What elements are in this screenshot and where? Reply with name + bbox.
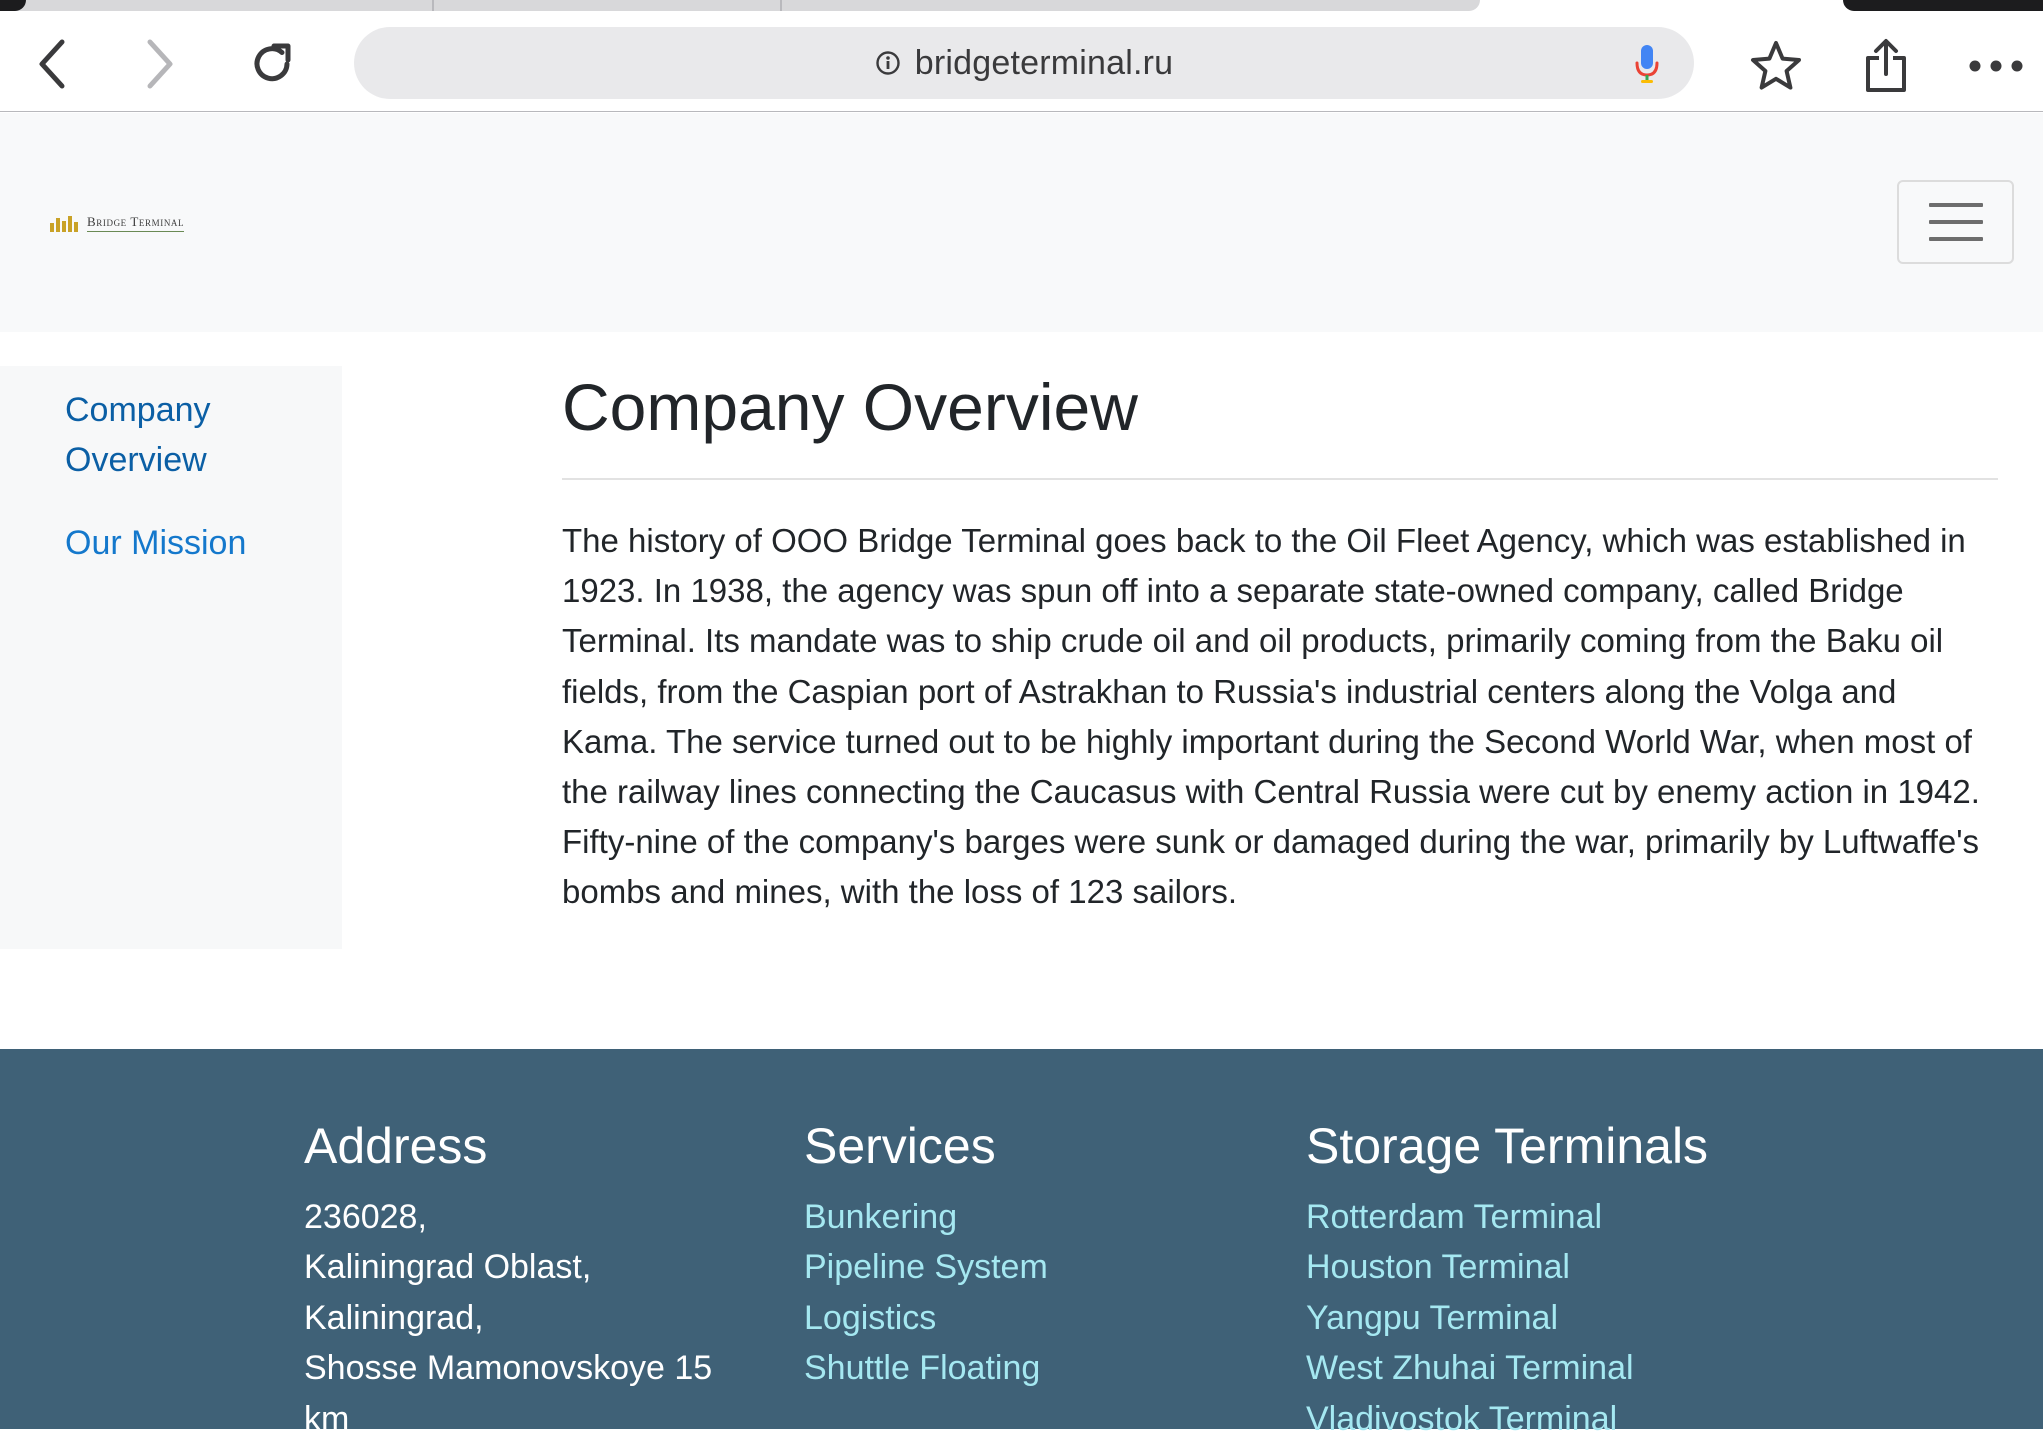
more-button[interactable] (1966, 36, 2026, 96)
bookmark-button[interactable] (1746, 36, 1806, 96)
reload-icon (254, 43, 291, 82)
hamburger-icon (1928, 220, 1983, 224)
footer-address-title: Address (304, 1118, 488, 1174)
footer-link-pipeline-system[interactable]: Pipeline System (804, 1242, 1048, 1292)
sidebar: Company Overview Our Mission (0, 366, 342, 949)
chevron-right-icon (147, 39, 173, 89)
site-logo[interactable]: Bridge Terminal (50, 208, 185, 232)
logo-mark (50, 216, 78, 232)
share-button[interactable] (1856, 36, 1916, 96)
address-line: km (304, 1399, 350, 1438)
address-bar[interactable]: bridgeterminal.ru (354, 27, 1694, 99)
more-icon (1969, 60, 2023, 72)
title-divider (562, 478, 1998, 480)
info-icon[interactable] (875, 50, 901, 76)
logo-text: Bridge Terminal (87, 214, 185, 232)
main-content: Company Overview The history of OOO Brid… (562, 360, 1998, 910)
overview-paragraph: The history of OOO Bridge Terminal goes … (562, 522, 1980, 911)
footer-services-title: Services (804, 1118, 996, 1174)
footer-services: Services Bunkering Pipeline System Logis… (804, 1114, 1048, 1394)
active-tab[interactable] (1843, 0, 2043, 11)
footer-terminals: Storage Terminals Rotterdam Terminal Hou… (1306, 1114, 1708, 1444)
footer-terminals-title: Storage Terminals (1306, 1118, 1709, 1174)
forward-button[interactable] (130, 34, 190, 94)
address-line: Kaliningrad, (304, 1298, 484, 1337)
site-footer: Address 236028, Kaliningrad Oblast, Kali… (0, 1049, 2043, 1438)
footer-link-bunkering[interactable]: Bunkering (804, 1192, 1048, 1242)
hamburger-icon (1928, 203, 1983, 207)
hamburger-icon (1928, 237, 1983, 241)
footer-link-shuttle-floating[interactable]: Shuttle Floating (804, 1343, 1048, 1393)
tab-strip (0, 0, 2043, 12)
footer-link-yangpu-terminal[interactable]: Yangpu Terminal (1306, 1293, 1708, 1343)
tab-bar[interactable] (0, 0, 1480, 11)
star-icon (1751, 41, 1801, 90)
back-button[interactable] (22, 34, 82, 94)
address-line: Kaliningrad Oblast, (304, 1248, 592, 1287)
address-line: 236028, (304, 1198, 427, 1236)
footer-link-rotterdam-terminal[interactable]: Rotterdam Terminal (1306, 1192, 1708, 1242)
page-title: Company Overview (562, 370, 1138, 444)
sidebar-item-our-mission[interactable]: Our Mission (65, 518, 246, 568)
browser-toolbar: bridgeterminal.ru (0, 12, 2043, 112)
footer-link-houston-terminal[interactable]: Houston Terminal (1306, 1242, 1708, 1292)
tab-separator (780, 0, 782, 11)
microphone-icon[interactable] (1634, 43, 1660, 85)
site-navbar: Bridge Terminal (0, 113, 2043, 332)
footer-link-vladivostok-terminal[interactable]: Vladivostok Terminal (1306, 1394, 1708, 1444)
tab-separator (432, 0, 434, 11)
address-line: Shosse Mamonovskoye 15 (304, 1349, 713, 1388)
reload-button[interactable] (242, 34, 302, 94)
footer-link-west-zhuhai-terminal[interactable]: West Zhuhai Terminal (1306, 1343, 1708, 1393)
footer-link-logistics[interactable]: Logistics (804, 1293, 1048, 1343)
share-icon (1866, 39, 1906, 92)
chevron-left-icon (39, 39, 65, 89)
menu-toggle-button[interactable] (1897, 180, 2014, 264)
sidebar-item-company-overview[interactable]: Company Overview (65, 385, 265, 485)
footer-address: Address 236028, Kaliningrad Oblast, Kali… (304, 1114, 712, 1444)
url-text[interactable]: bridgeterminal.ru (915, 44, 1174, 83)
